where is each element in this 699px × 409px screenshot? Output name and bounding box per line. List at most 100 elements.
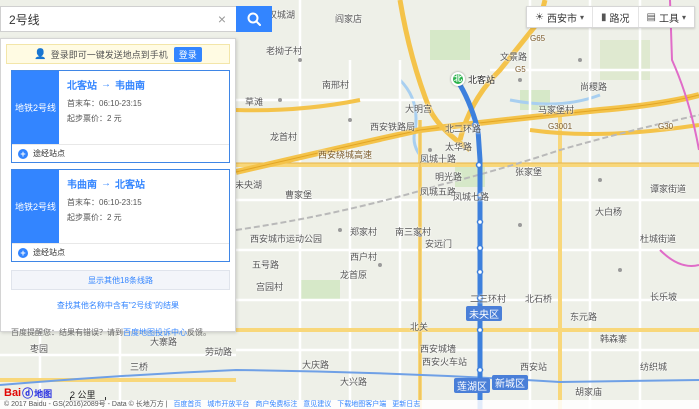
map-label: 北关: [410, 322, 429, 332]
map-label: 胡家庙: [575, 387, 603, 397]
city-selector[interactable]: ☀ 西安市 ▾: [527, 7, 592, 27]
map-label: 安远门: [425, 239, 453, 249]
traffic-button[interactable]: ▮ 路况: [592, 7, 638, 27]
map-label: 长乐坡: [650, 292, 678, 302]
map-label: 凤城七路: [453, 192, 490, 202]
map-label: 三桥: [130, 362, 149, 372]
map-label: 大兴路: [340, 377, 368, 387]
map-label: 尚稷路: [580, 82, 608, 92]
map-label: 大白杨: [595, 207, 623, 217]
route-card[interactable]: 地铁2号线 北客站 → 韦曲南 首末车：06:10-23:15 起步票价：2 元…: [11, 70, 230, 163]
map-label: 枣园: [30, 344, 49, 354]
map-label: 宫园村: [256, 282, 284, 292]
feedback-tip: 百度提醒您：结果有错误？请到百度地图投诉中心反馈。: [11, 327, 235, 338]
map-label: 谭家街道: [650, 184, 687, 194]
road-label: G5: [515, 65, 526, 74]
map-label: 西安火车站: [422, 357, 468, 367]
login-text: 登录即可一键发送地点到手机: [50, 49, 168, 60]
map-label: 五号路: [252, 260, 280, 270]
line-badge: 地铁2号线: [12, 71, 59, 144]
stops-label: 途经站点: [33, 248, 65, 257]
traffic-light-icon: ▮: [601, 11, 607, 23]
copyright: © 2017 Baidu - GS(2016)2089号 - Data © 长地…: [4, 401, 168, 408]
plus-icon: +: [18, 148, 28, 159]
toolbox-button[interactable]: ▤ 工具 ▾: [637, 7, 694, 27]
station-pin-label: 北客站: [468, 74, 496, 85]
footer-link[interactable]: 城市开放平台: [207, 401, 249, 408]
map-label: 二三环村: [470, 294, 507, 304]
footer-link[interactable]: 百度首页: [173, 401, 201, 408]
show-stops-button[interactable]: + 途经站点: [12, 144, 229, 162]
paw-icon: ⓓ: [22, 388, 34, 400]
toolbox-icon: ▤: [646, 11, 656, 23]
tip-suffix: 反馈。: [187, 328, 211, 337]
map-label: 北二环路: [445, 124, 482, 134]
login-button[interactable]: 登录: [173, 46, 202, 62]
route-title[interactable]: 韦曲南 → 北客站: [67, 176, 145, 191]
map-label: 龙首村: [270, 132, 298, 142]
map-toolbar: ☀ 西安市 ▾ ▮ 路况 ▤ 工具 ▾: [526, 6, 695, 28]
route-title[interactable]: 北客站 → 韦曲南: [67, 77, 145, 92]
map-label: 劳动路: [205, 347, 233, 357]
district-label: 新城区: [492, 375, 528, 390]
show-more-lines-button[interactable]: 显示其他18条线路: [11, 270, 230, 290]
map-label: 阎家店: [335, 14, 363, 24]
map-label: 西户村: [350, 252, 378, 262]
map-label: 纺织城: [640, 362, 668, 372]
show-stops-button[interactable]: + 途经站点: [12, 243, 229, 261]
route-card[interactable]: 地铁2号线 韦曲南 → 北客站 首末车：06:10-23:15 起步票价：2 元…: [11, 169, 230, 262]
footer-link[interactable]: 更新日志: [392, 401, 420, 408]
complaint-center-link[interactable]: 百度地图投诉中心: [123, 328, 187, 337]
road-label: G65: [530, 34, 546, 43]
route-from: 韦曲南: [67, 180, 97, 191]
map-label: 草滩: [245, 97, 264, 107]
map-label: 曹家堡: [285, 190, 313, 200]
map-label: 大庆路: [302, 360, 330, 370]
line-badge: 地铁2号线: [12, 170, 59, 243]
logo-subtext: 地图: [34, 388, 53, 399]
map-label: 马家堡村: [538, 105, 575, 115]
district-label: 莲湖区: [454, 378, 490, 393]
map-label: 西安站: [520, 362, 548, 372]
station-pin-icon: 北: [451, 72, 465, 86]
route-to: 北客站: [115, 180, 145, 191]
service-hours: 首末车：06:10-23:15: [67, 99, 142, 108]
weather-icon: ☀: [535, 11, 544, 23]
road-label: G3001: [548, 122, 573, 131]
map-label: 凤城十路: [420, 154, 457, 164]
results-panel: 👤 登录即可一键发送地点到手机 登录 地铁2号线 北客站 → 韦曲南 首末车：0…: [0, 38, 236, 337]
map-label: 西安城墙: [420, 344, 457, 354]
map-label: 老拗子村: [266, 46, 303, 56]
map-label: 龙首原: [340, 270, 368, 280]
road-label: G30: [658, 122, 674, 131]
map-label: 汉城湖: [268, 10, 296, 20]
search-box: ×: [0, 6, 272, 32]
search-other-link[interactable]: 查找其他名称中含有"2号线"的结果: [1, 300, 235, 311]
user-icon: 👤: [34, 48, 47, 60]
search-button[interactable]: [236, 6, 272, 32]
footer-link[interactable]: 商户免费标注: [255, 401, 297, 408]
map-label: 西安城市运动公园: [250, 234, 323, 244]
arrow-right-icon: →: [101, 178, 111, 189]
login-prompt: 👤 登录即可一键发送地点到手机 登录: [6, 44, 230, 64]
logo-text: Bai: [4, 387, 22, 399]
footer-link[interactable]: 下载地图客户端: [337, 401, 386, 408]
footer-link[interactable]: 意见建议: [303, 401, 331, 408]
map-label: 北石桥: [525, 294, 553, 304]
map-label: 南邢村: [322, 80, 350, 90]
traffic-label: 路况: [609, 13, 630, 25]
map-label: 张家堡: [515, 167, 543, 177]
stops-label: 途经站点: [33, 149, 65, 158]
clear-icon[interactable]: ×: [214, 11, 230, 27]
tip-prefix: 百度提醒您：结果有错误？请到: [11, 328, 123, 337]
station-pin[interactable]: 北 北客站: [451, 72, 495, 86]
road-label: 西安绕城高速: [318, 150, 373, 160]
city-label: 西安市: [547, 13, 577, 25]
search-input[interactable]: [0, 6, 236, 32]
map-label: 未央湖: [235, 180, 263, 190]
map-label: 东元路: [570, 312, 598, 322]
baidu-logo[interactable]: Bai ⓓ 地图: [4, 385, 52, 401]
start-fare: 起步票价：2 元: [67, 213, 122, 222]
chevron-down-icon: ▾: [681, 12, 686, 22]
service-hours: 首末车：06:10-23:15: [67, 198, 142, 207]
